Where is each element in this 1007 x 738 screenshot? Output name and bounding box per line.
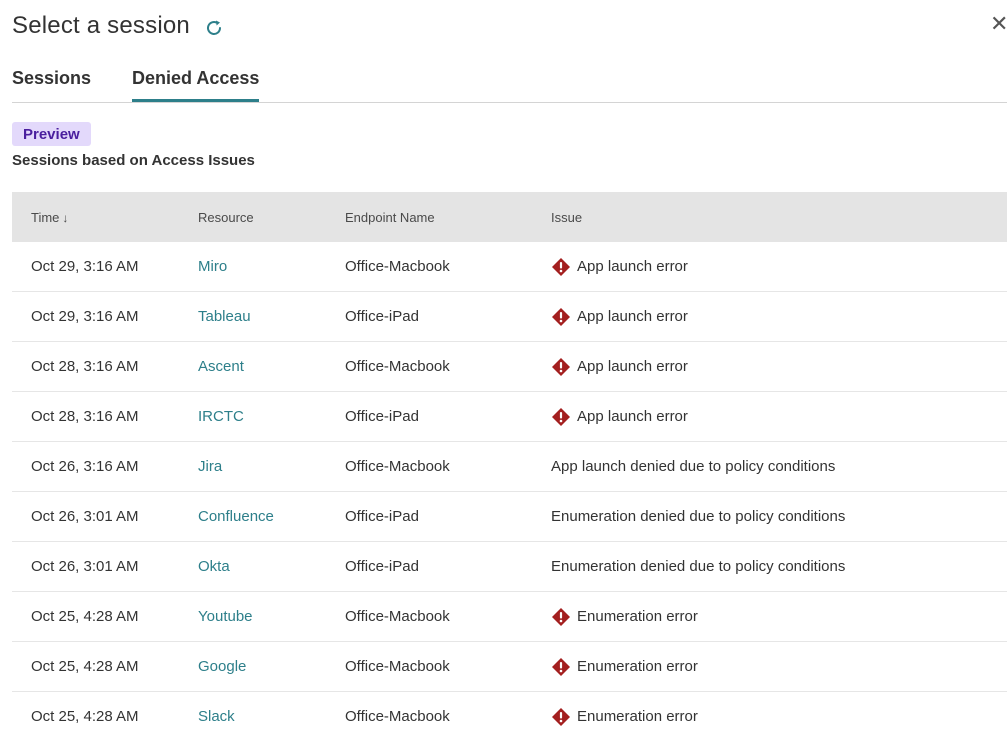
sort-down-icon[interactable]: ↓ <box>62 211 68 225</box>
cell-endpoint: Office-Macbook <box>345 358 450 375</box>
cell-time: Oct 25, 4:28 AM <box>31 658 139 675</box>
issue-text: Enumeration error <box>577 608 698 625</box>
resource-link[interactable]: Youtube <box>198 608 253 625</box>
cell-time: Oct 28, 3:16 AM <box>31 408 139 425</box>
cell-endpoint: Office-Macbook <box>345 608 450 625</box>
cell-resource: Tableau <box>179 308 326 325</box>
page-title: Select a session <box>12 12 190 39</box>
cell-time: Oct 26, 3:01 AM <box>31 508 139 525</box>
cell-endpoint: Office-iPad <box>345 308 419 325</box>
column-header-issue[interactable]: Issue <box>532 210 1007 225</box>
cell-resource: Okta <box>179 558 326 575</box>
table-row[interactable]: Oct 25, 4:28 AM Youtube Office-Macbook Enum… <box>12 592 1007 642</box>
error-icon <box>551 607 571 627</box>
cell-issue: App launch error <box>532 307 1007 327</box>
table-row[interactable]: Oct 25, 4:28 AM Google Office-Macbook Enume… <box>12 642 1007 692</box>
cell-issue: App launch error <box>532 357 1007 377</box>
cell-issue: Enumeration denied due to policy conditi… <box>532 508 1007 525</box>
cell-resource: Slack <box>179 708 326 725</box>
issue-text: Enumeration denied due to policy conditi… <box>551 508 846 525</box>
table-row[interactable]: Oct 28, 3:16 AM IRCTC Office-iPad App launc… <box>12 392 1007 442</box>
table-row[interactable]: Oct 29, 3:16 AM Tableau Office-iPad App lau… <box>12 292 1007 342</box>
resource-link[interactable]: IRCTC <box>198 408 244 425</box>
resource-link[interactable]: Ascent <box>198 358 244 375</box>
tab-sessions[interactable]: Sessions <box>12 66 132 101</box>
cell-issue: Enumeration denied due to policy conditi… <box>532 558 1007 575</box>
error-icon <box>551 707 571 727</box>
cell-time: Oct 25, 4:28 AM <box>31 608 139 625</box>
tab-sessions-label: Sessions <box>12 68 92 88</box>
resource-link[interactable]: Tableau <box>198 308 251 325</box>
cell-time: Oct 29, 3:16 AM <box>31 258 139 275</box>
cell-resource: Youtube <box>179 608 326 625</box>
section-subtitle: Sessions based on Access Issues <box>12 152 255 169</box>
cell-issue: App launch error <box>532 407 1007 427</box>
table-header: Time ↓ Resource Endpoint Name Issue <box>12 192 1007 242</box>
issue-text: App launch denied due to policy conditio… <box>551 458 836 475</box>
cell-endpoint: Office-iPad <box>345 408 419 425</box>
column-header-time-label: Time <box>31 209 60 225</box>
column-header-endpoint[interactable]: Endpoint Name <box>326 210 532 225</box>
cell-time: Oct 28, 3:16 AM <box>31 358 139 375</box>
cell-endpoint: Office-Macbook <box>345 658 450 675</box>
close-icon[interactable]: ✕ <box>990 12 1007 36</box>
issue-text: App launch error <box>577 258 688 275</box>
resource-link[interactable]: Jira <box>198 458 222 475</box>
table-row[interactable]: Oct 26, 3:01 AM Confluence Office-iPad Enum… <box>12 492 1007 542</box>
table-row[interactable]: Oct 29, 3:16 AM Miro Office-Macbook App lau… <box>12 242 1007 292</box>
cell-resource: Ascent <box>179 358 326 375</box>
header: Select a session <box>12 12 224 40</box>
table-row[interactable]: Oct 28, 3:16 AM Ascent Office-Macbook App l… <box>12 342 1007 392</box>
cell-resource: Miro <box>179 258 326 275</box>
resource-link[interactable]: Confluence <box>198 508 274 525</box>
issue-text: Enumeration error <box>577 658 698 675</box>
sessions-table: Time ↓ Resource Endpoint Name Issue Oct 2… <box>12 192 1007 738</box>
table-body: Oct 29, 3:16 AM Miro Office-Macbook App lau… <box>12 242 1007 738</box>
error-icon <box>551 307 571 327</box>
tab-bar: Sessions Denied Access <box>12 66 1007 103</box>
error-icon <box>551 257 571 277</box>
cell-resource: Jira <box>179 458 326 475</box>
cell-time: Oct 26, 3:16 AM <box>31 458 139 475</box>
cell-endpoint: Office-Macbook <box>345 458 450 475</box>
cell-issue: Enumeration error <box>532 657 1007 677</box>
column-header-resource[interactable]: Resource <box>179 210 326 225</box>
column-header-time[interactable]: Time ↓ <box>12 210 179 225</box>
error-icon <box>551 357 571 377</box>
cell-endpoint: Office-Macbook <box>345 258 450 275</box>
refresh-icon[interactable] <box>204 18 224 38</box>
cell-resource: Confluence <box>179 508 326 525</box>
resource-link[interactable]: Miro <box>198 258 227 275</box>
error-icon <box>551 657 571 677</box>
error-icon <box>551 407 571 427</box>
cell-issue: Enumeration error <box>532 607 1007 627</box>
cell-endpoint: Office-Macbook <box>345 708 450 725</box>
cell-time: Oct 26, 3:01 AM <box>31 558 139 575</box>
table-row[interactable]: Oct 25, 4:28 AM Slack Office-Macbook Enumer… <box>12 692 1007 738</box>
cell-issue: Enumeration error <box>532 707 1007 727</box>
issue-text: App launch error <box>577 358 688 375</box>
session-picker-panel: Select a session ✕ Sessions Denied Acces… <box>0 0 1007 738</box>
resource-link[interactable]: Slack <box>198 708 235 725</box>
tab-denied-access-label: Denied Access <box>132 68 260 88</box>
table-row[interactable]: Oct 26, 3:01 AM Okta Office-iPad Enumeratio… <box>12 542 1007 592</box>
cell-endpoint: Office-iPad <box>345 558 419 575</box>
resource-link[interactable]: Okta <box>198 558 230 575</box>
table-row[interactable]: Oct 26, 3:16 AM Jira Office-Macbook App lau… <box>12 442 1007 492</box>
cell-issue: App launch error <box>532 257 1007 277</box>
issue-text: App launch error <box>577 308 688 325</box>
tab-denied-access[interactable]: Denied Access <box>132 66 260 102</box>
issue-text: App launch error <box>577 408 688 425</box>
cell-resource: IRCTC <box>179 408 326 425</box>
cell-time: Oct 25, 4:28 AM <box>31 708 139 725</box>
cell-endpoint: Office-iPad <box>345 508 419 525</box>
cell-issue: App launch denied due to policy conditio… <box>532 458 1007 475</box>
cell-resource: Google <box>179 658 326 675</box>
resource-link[interactable]: Google <box>198 658 246 675</box>
preview-badge: Preview <box>12 122 91 146</box>
issue-text: Enumeration denied due to policy conditi… <box>551 558 846 575</box>
issue-text: Enumeration error <box>577 708 698 725</box>
cell-time: Oct 29, 3:16 AM <box>31 308 139 325</box>
